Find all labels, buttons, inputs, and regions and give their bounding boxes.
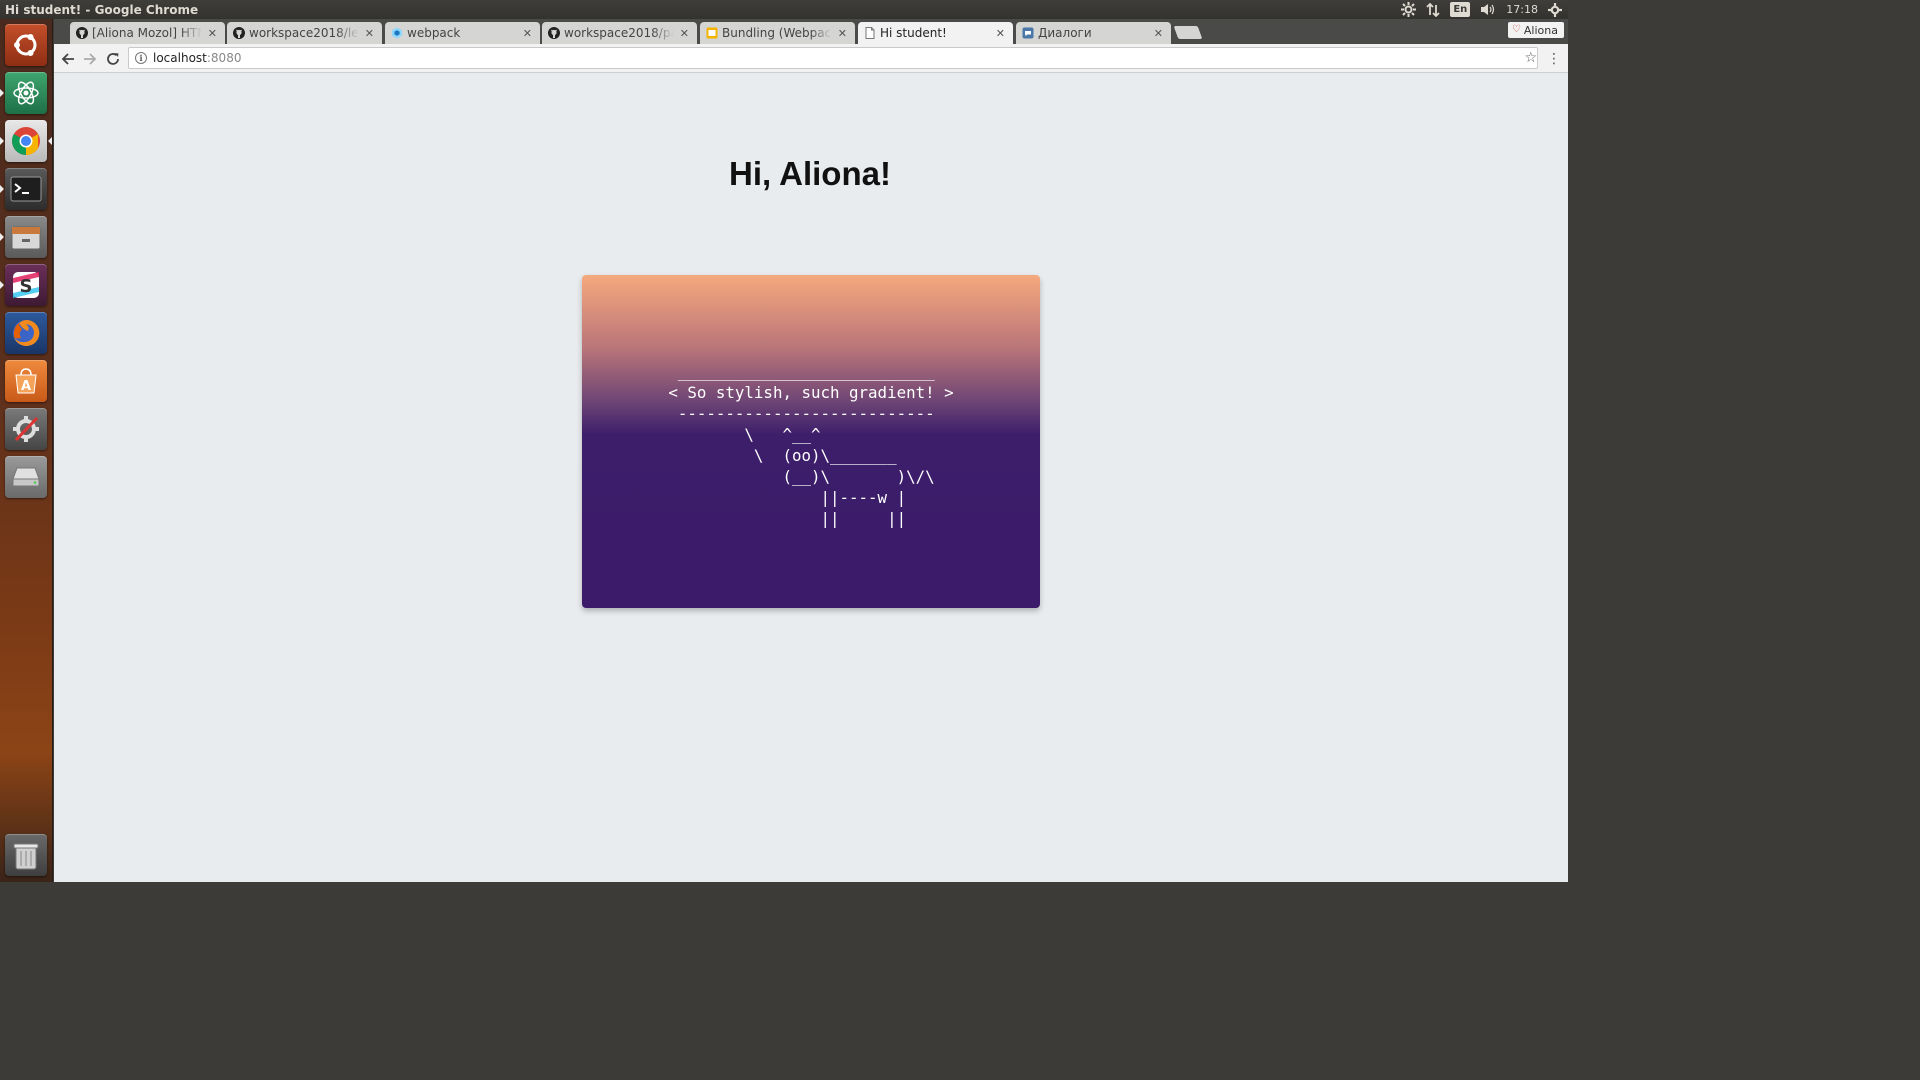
trash-icon[interactable] <box>5 834 47 876</box>
github-icon <box>233 27 245 39</box>
indicator-area: En 17:18 <box>1401 2 1568 17</box>
github-icon <box>548 27 560 39</box>
tab-workspace2018-lectures[interactable]: workspace2018/lectures ✕ <box>227 22 382 44</box>
network-gear-icon[interactable] <box>1401 2 1417 17</box>
slack-icon[interactable]: S <box>5 264 47 306</box>
tab-aliona-mozol-html[interactable]: [Aliona Mozol] HTML ✕ <box>70 22 225 44</box>
page-content: Hi, Aliona! ___________________________ … <box>54 73 1568 882</box>
back-arrow-icon <box>61 53 74 65</box>
back-button[interactable] <box>58 49 78 69</box>
cowsay-container: ___________________________ < So stylish… <box>582 361 1040 529</box>
profile-button[interactable]: ♡ Aliona <box>1507 22 1564 38</box>
tab-strip: [Aliona Mozol] HTML ✕ workspace2018/lect… <box>54 19 1568 44</box>
firefox-icon[interactable] <box>5 312 47 354</box>
system-top-panel: Hi student! - Google Chrome En 17:18 <box>0 0 1568 19</box>
slides-icon <box>706 27 718 39</box>
ubuntu-dash-icon[interactable] <box>5 24 47 66</box>
menu-kebab-icon[interactable]: ⋮ <box>1544 49 1564 69</box>
running-indicator <box>0 233 4 241</box>
chrome-icon[interactable] <box>5 120 47 162</box>
chrome-window: [Aliona Mozol] HTML ✕ workspace2018/lect… <box>54 19 1568 882</box>
close-tab-icon[interactable]: ✕ <box>996 27 1005 40</box>
tab-title: Диалоги <box>1038 26 1092 40</box>
profile-name: Aliona <box>1523 23 1558 37</box>
greeting-heading: Hi, Aliona! <box>729 155 891 192</box>
tab-title: workspace2018/lectures <box>249 26 359 40</box>
tab-title: webpack <box>407 26 461 40</box>
tab-title: Hi student! <box>880 26 947 40</box>
network-transfer-icon[interactable] <box>1426 2 1440 17</box>
page-icon <box>865 27 875 39</box>
tab-webpack[interactable]: webpack ✕ <box>385 22 540 44</box>
clock[interactable]: 17:18 <box>1506 2 1538 17</box>
browser-toolbar: i localhost:8080 ☆ ⋮ <box>54 44 1568 73</box>
keyboard-language-indicator[interactable]: En <box>1450 2 1471 17</box>
cowsay-ascii-art: ___________________________ < So stylish… <box>668 362 954 528</box>
profile-heart-icon: ♡ <box>1511 24 1521 35</box>
tab-hi-student[interactable]: Hi student! ✕ <box>858 22 1013 44</box>
url-port: :8080 <box>206 51 242 65</box>
tab-bundling-webpack[interactable]: Bundling (Webpack ✕ <box>700 22 855 44</box>
session-gear-icon[interactable] <box>1548 2 1562 17</box>
close-tab-icon[interactable]: ✕ <box>1154 27 1163 40</box>
forward-arrow-icon <box>84 53 97 65</box>
new-tab-button[interactable] <box>1173 26 1203 39</box>
close-tab-icon[interactable]: ✕ <box>838 27 847 40</box>
address-bar[interactable]: i localhost:8080 ☆ <box>128 47 1538 69</box>
tab-title: workspace2018/part <box>564 26 674 40</box>
github-icon <box>76 27 88 39</box>
vk-icon <box>1022 27 1034 39</box>
tab-title: Bundling (Webpack <box>722 26 832 40</box>
webpack-icon <box>392 27 402 39</box>
forward-button[interactable] <box>80 49 100 69</box>
atom-icon[interactable] <box>5 72 47 114</box>
bookmark-star-icon[interactable]: ☆ <box>1524 50 1537 66</box>
tab-title: [Aliona Mozol] HTML <box>92 26 202 40</box>
close-tab-icon[interactable]: ✕ <box>523 27 532 40</box>
system-settings-icon[interactable] <box>5 408 47 450</box>
close-tab-icon[interactable]: ✕ <box>208 27 217 40</box>
reload-icon <box>107 53 119 65</box>
unity-launcher: S A <box>0 19 53 882</box>
running-indicator <box>0 137 4 145</box>
running-indicator <box>0 89 4 97</box>
running-indicator <box>0 281 4 289</box>
svg-text:A: A <box>21 379 31 394</box>
svg-text:S: S <box>20 276 33 297</box>
running-indicator <box>0 185 4 193</box>
tab-workspace2018-part[interactable]: workspace2018/part ✕ <box>542 22 697 44</box>
tab-dialogs[interactable]: Диалоги ✕ <box>1016 22 1171 44</box>
volume-icon[interactable] <box>1480 2 1496 17</box>
software-center-icon[interactable]: A <box>5 360 47 402</box>
gradient-card: ___________________________ < So stylish… <box>582 275 1040 608</box>
terminal-icon[interactable] <box>5 168 47 210</box>
close-tab-icon[interactable]: ✕ <box>365 27 374 40</box>
url-host: localhost <box>153 51 207 65</box>
reload-button[interactable] <box>103 49 123 69</box>
site-info-icon[interactable]: i <box>135 52 147 64</box>
close-tab-icon[interactable]: ✕ <box>680 27 689 40</box>
window-title: Hi student! - Google Chrome <box>5 2 199 17</box>
disk-icon[interactable] <box>5 456 47 498</box>
files-icon[interactable] <box>5 216 47 258</box>
active-app-indicator <box>48 137 52 145</box>
